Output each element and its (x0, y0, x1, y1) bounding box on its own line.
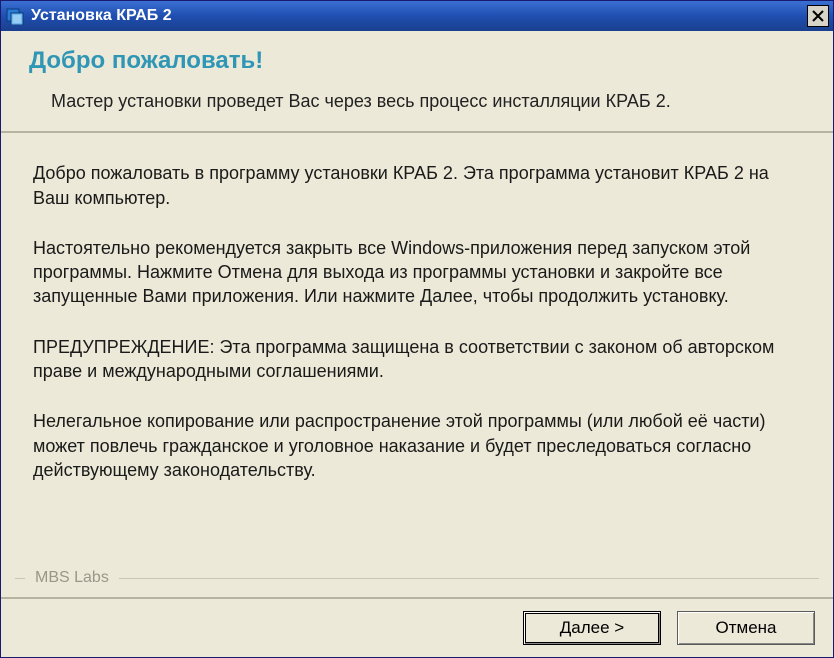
header-panel: Добро пожаловать! Мастер установки прове… (1, 31, 833, 133)
content-panel: Добро пожаловать в программу установки К… (1, 133, 833, 597)
cancel-button[interactable]: Отмена (677, 611, 815, 645)
warning-paragraph: ПРЕДУПРЕЖДЕНИЕ: Эта программа защищена в… (33, 335, 801, 384)
legal-paragraph: Нелегальное копирование или распростране… (33, 409, 801, 482)
welcome-heading: Добро пожаловать! (29, 47, 805, 75)
close-icon (812, 10, 824, 22)
titlebar: Установка КРАБ 2 (1, 1, 833, 31)
intro-paragraph: Добро пожаловать в программу установки К… (33, 161, 801, 210)
vendor-group: MBS Labs (15, 567, 819, 589)
installer-icon (5, 6, 25, 26)
next-button[interactable]: Далее > (523, 611, 661, 645)
installer-window: Установка КРАБ 2 Добро пожаловать! Масте… (0, 0, 834, 658)
vendor-label: MBS Labs (35, 567, 109, 589)
button-bar: Далее > Отмена (1, 597, 833, 657)
recommend-paragraph: Настоятельно рекомендуется закрыть все W… (33, 236, 801, 309)
welcome-subtitle: Мастер установки проведет Вас через весь… (51, 89, 805, 113)
close-button[interactable] (807, 5, 829, 27)
window-title: Установка КРАБ 2 (31, 7, 807, 25)
